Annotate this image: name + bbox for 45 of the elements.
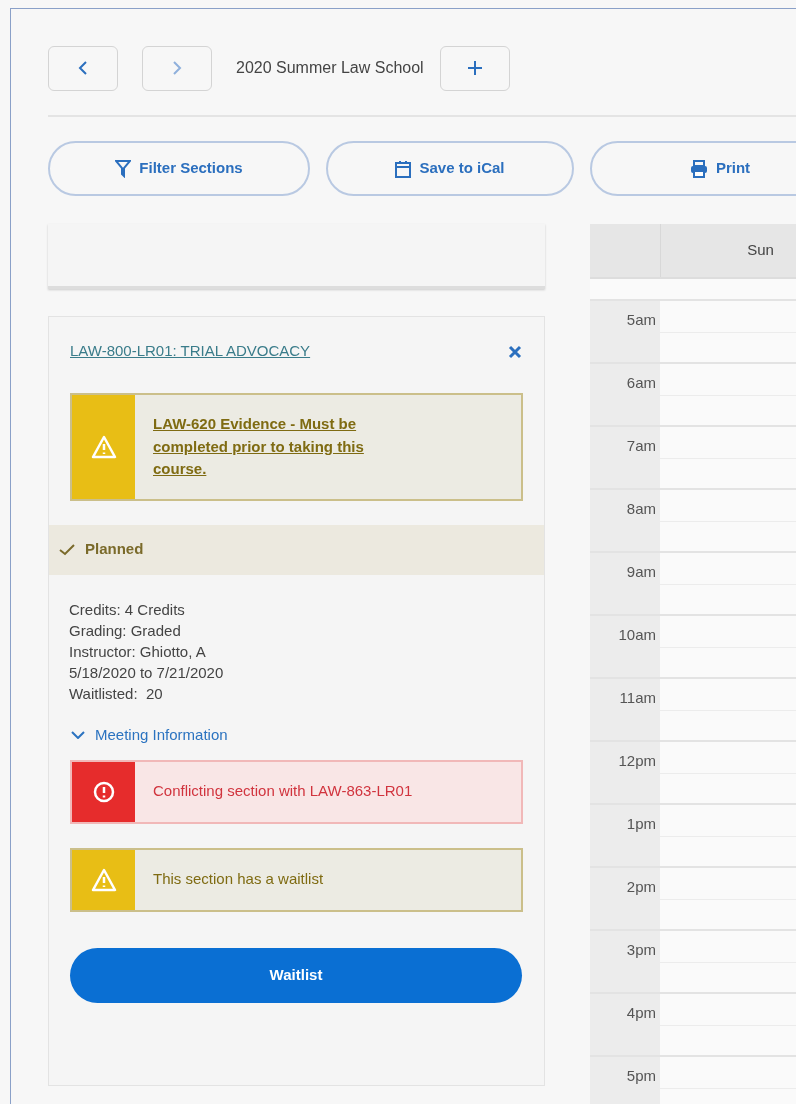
alert-text: Conflicting section with LAW-863-LR01 xyxy=(152,781,414,801)
time-label: 3pm xyxy=(626,941,656,958)
time-label: 11am xyxy=(619,689,656,706)
warning-icon xyxy=(90,434,117,459)
detail-line: Credits: 4 Credits xyxy=(69,599,186,620)
status-text: Planned xyxy=(85,539,144,560)
time-label: 5pm xyxy=(626,1067,656,1084)
time-label: 1pm xyxy=(626,815,656,832)
close-icon xyxy=(508,344,522,359)
chevron-right-icon xyxy=(172,60,182,76)
filter-icon xyxy=(115,159,132,178)
time-label: 6am xyxy=(626,374,656,391)
detail-line: Grading: Graded xyxy=(69,620,182,641)
filter-button[interactable]: Filter Sections xyxy=(48,141,310,196)
meeting-info-toggle[interactable]: Meeting Information xyxy=(49,723,544,746)
chevron-left-icon xyxy=(78,60,88,76)
print-icon xyxy=(689,159,708,178)
calendar-button[interactable]: Save to iCal xyxy=(326,141,574,196)
error-icon xyxy=(92,781,115,803)
chevron-down-icon xyxy=(71,730,85,739)
course-title-link[interactable]: LAW-800-LR01: TRIAL ADVOCACY xyxy=(70,339,311,363)
time-label: 12pm xyxy=(618,752,656,769)
time-label: 9am xyxy=(626,563,656,580)
calendar-icon xyxy=(395,159,412,178)
detail-line: Waitlisted: 20 xyxy=(69,683,164,704)
warning-icon xyxy=(90,868,117,892)
term-title: 2020 Summer Law School xyxy=(236,58,424,78)
print-button[interactable]: Print xyxy=(590,141,796,196)
add-button[interactable] xyxy=(439,45,510,91)
time-label: 7am xyxy=(626,437,656,454)
detail-line: Instructor: Ghiotto, A xyxy=(69,641,207,662)
day-header: Sun xyxy=(660,224,796,277)
time-label: 5am xyxy=(626,311,656,328)
time-label: 10am xyxy=(618,626,656,643)
prerequisite-link[interactable]: LAW-620 Evidence - Must be completed prior to taking this course. xyxy=(135,395,435,499)
previous-button[interactable] xyxy=(48,45,118,91)
time-label: 2pm xyxy=(626,878,656,895)
time-label: 4pm xyxy=(626,1004,656,1021)
alert-text: This section has a waitlist xyxy=(152,869,325,889)
waitlist-button[interactable]: Waitlist xyxy=(70,948,522,1003)
detail-line: 5/18/2020 to 7/21/2020 xyxy=(69,662,225,683)
check-icon xyxy=(59,543,75,556)
time-label: 8am xyxy=(626,500,656,517)
plus-icon xyxy=(466,60,483,76)
next-button[interactable] xyxy=(142,45,212,91)
